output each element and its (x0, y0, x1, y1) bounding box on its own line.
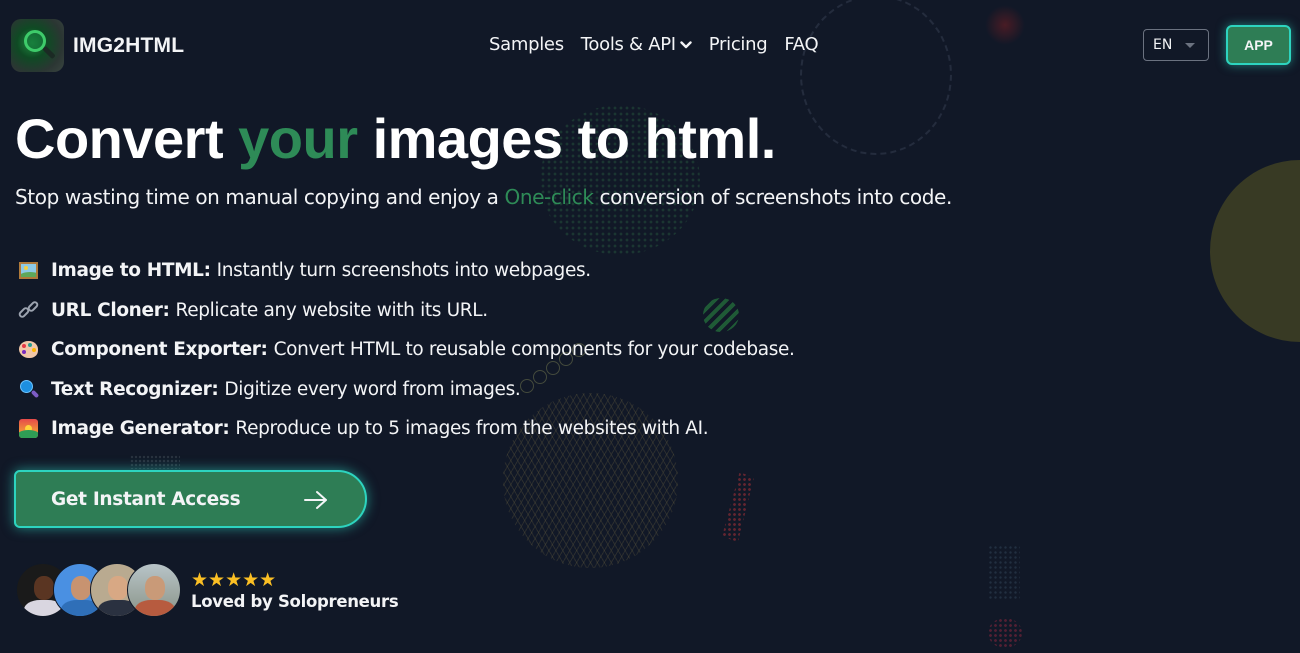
feature-text: Instantly turn screenshots into webpages… (216, 260, 591, 282)
decorative-olive-circle (1210, 160, 1300, 342)
main-nav: Samples Tools & API Pricing FAQ (489, 34, 819, 55)
feature-text: Reproduce up to 5 images from the websit… (235, 418, 709, 440)
nav-faq-label: FAQ (784, 34, 819, 55)
feature-title: Text Recognizer: (51, 378, 219, 400)
feature-title: URL Cloner: (51, 299, 170, 321)
feature-text: Replicate any website with its URL. (175, 299, 489, 321)
hero-title-part: images to html. (357, 107, 777, 170)
feature-item: Text Recognizer: Digitize every word fro… (18, 370, 795, 410)
language-select[interactable]: EN (1143, 29, 1209, 61)
feature-list: Image to HTML: Instantly turn screenshot… (16, 251, 795, 449)
social-proof: ★★★★★ Loved by Solopreneurs (16, 563, 399, 617)
app-button[interactable]: APP (1226, 25, 1291, 65)
palette-icon (18, 339, 39, 360)
social-proof-caption: Loved by Solopreneurs (191, 591, 399, 611)
feature-title: Component Exporter: (51, 339, 268, 361)
magnifier-logo-icon (11, 19, 64, 72)
decorative-red-dot-chain (722, 472, 754, 542)
hero-subtitle: Stop wasting time on manual copying and … (15, 185, 952, 209)
decorative-dot-column (988, 545, 1020, 600)
cta-label: Get Instant Access (51, 488, 241, 510)
hero-title-part: Convert (15, 107, 239, 170)
feature-item: URL Cloner: Replicate any website with i… (16, 291, 795, 331)
hero-subtitle-part: conversion of screenshots into code. (593, 185, 952, 209)
arrow-right-icon (304, 491, 327, 509)
hero-subtitle-part: Stop wasting time on manual copying and … (15, 185, 505, 209)
feature-item: Image Generator: Reproduce up to 5 image… (18, 409, 795, 449)
nav-pricing[interactable]: Pricing (709, 34, 768, 55)
feature-item: Component Exporter: Convert HTML to reus… (18, 330, 795, 370)
brand-name: IMG2HTML (73, 33, 185, 57)
feature-item: Image to HTML: Instantly turn screenshot… (18, 251, 795, 291)
chevron-down-icon (680, 40, 692, 48)
nav-samples[interactable]: Samples (489, 34, 564, 55)
hero-title: Convert your images to html. (15, 106, 776, 171)
framed-picture-icon (18, 260, 39, 281)
decorative-small-mesh (130, 455, 180, 469)
five-star-rating-icon: ★★★★★ (191, 568, 277, 591)
decorative-red-mesh (988, 618, 1022, 648)
nav-faq[interactable]: FAQ (784, 34, 818, 55)
feature-text: Convert HTML to reusable components for … (273, 339, 795, 361)
rating-block: ★★★★★ Loved by Solopreneurs (191, 568, 399, 611)
brand-logo-link[interactable]: IMG2HTML (11, 19, 184, 72)
avatar (127, 563, 181, 617)
sunrise-icon (18, 418, 39, 439)
link-icon (16, 300, 40, 321)
nav-tools-api-label: Tools & API (580, 34, 676, 55)
feature-text: Digitize every word from images. (224, 378, 521, 400)
avatar-group (16, 563, 181, 617)
feature-title: Image Generator: (51, 418, 230, 440)
hero-subtitle-accent: One-click (504, 185, 594, 209)
nav-samples-label: Samples (489, 34, 564, 55)
caret-down-icon (1185, 43, 1195, 48)
get-instant-access-button[interactable]: Get Instant Access (14, 470, 367, 528)
magnifying-glass-icon (18, 379, 39, 400)
language-selected-value: EN (1153, 37, 1173, 53)
nav-tools-api[interactable]: Tools & API (581, 34, 692, 55)
hero-title-accent: your (238, 107, 358, 170)
nav-pricing-label: Pricing (708, 34, 768, 55)
feature-title: Image to HTML: (51, 260, 211, 282)
site-header: IMG2HTML Samples Tools & API Pricing FAQ… (0, 0, 1300, 92)
